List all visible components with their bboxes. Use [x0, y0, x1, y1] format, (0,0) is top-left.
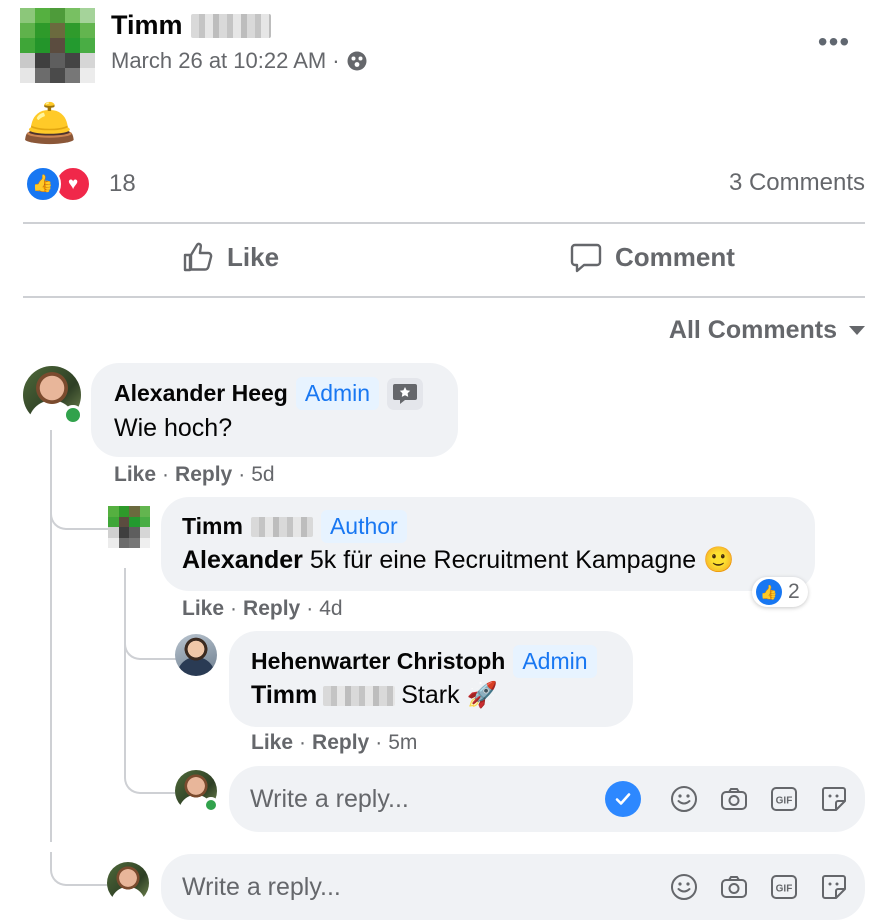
post-author-name[interactable]: Timm [111, 10, 183, 41]
svg-text:GIF: GIF [776, 796, 793, 807]
reply-author-avatar[interactable] [175, 634, 217, 676]
thread-line [124, 568, 126, 768]
sticker-icon[interactable] [819, 784, 849, 814]
reply-input[interactable] [229, 783, 605, 815]
post-timestamp[interactable]: March 26 at 10:22 AM [111, 48, 326, 74]
divider [23, 222, 865, 224]
sort-label: All Comments [668, 316, 837, 344]
comment-reply-link[interactable]: Reply [243, 597, 300, 621]
post-content: 🛎️ [22, 99, 77, 148]
reaction-count[interactable]: 18 [109, 170, 136, 198]
comment-like-link[interactable]: Like [114, 463, 156, 487]
comment-actions: Like · Reply · 5m [251, 731, 418, 755]
online-status-dot [63, 405, 83, 425]
like-button-label: Like [227, 241, 280, 272]
mention-tag[interactable]: Alexander [182, 546, 303, 574]
grammar-check-icon[interactable] [605, 781, 641, 817]
thread-connector [124, 628, 176, 660]
camera-icon[interactable] [719, 784, 749, 814]
comment-text: Wie hoch? [114, 414, 233, 442]
reply-author-avatar[interactable] [108, 506, 150, 548]
reply-bubble: Timm Author Alexander 5k für eine Recrui… [161, 497, 815, 591]
reply-composer: GIF [229, 766, 865, 832]
reply-author-name[interactable]: Timm [182, 513, 243, 540]
comment-icon [570, 243, 602, 273]
more-options-button[interactable]: ••• [812, 24, 856, 60]
post-author[interactable]: Timm [111, 10, 271, 41]
redacted-surname [190, 13, 271, 38]
comment-like-link[interactable]: Like [251, 731, 293, 755]
reply-text: Timm Stark 🚀 [251, 681, 498, 710]
comment-time[interactable]: 5m [388, 731, 417, 755]
more-icon: ••• [817, 26, 851, 57]
author-badge: Author [320, 510, 407, 543]
svg-text:GIF: GIF [776, 884, 793, 895]
like-button[interactable]: Like [181, 240, 279, 274]
comment-time[interactable]: 5d [251, 463, 274, 487]
admin-badge: Admin [513, 645, 597, 678]
thread-connector [124, 758, 176, 794]
comment-bubble: Alexander Heeg Admin Wie hoch? [91, 363, 458, 457]
reply-body: Stark 🚀 [401, 681, 498, 709]
reply-reaction-count[interactable]: 👍 2 [752, 577, 808, 607]
thread-connector [50, 500, 108, 530]
admin-badge: Admin [295, 377, 380, 410]
reply-author-name[interactable]: Hehenwarter Christoph [251, 648, 505, 675]
comment-reply-link[interactable]: Reply [312, 731, 369, 755]
thread-line [50, 430, 52, 842]
redacted-surname [250, 516, 313, 537]
thumbs-up-icon [183, 242, 213, 272]
gif-icon[interactable]: GIF [769, 784, 799, 814]
reactions-summary[interactable]: 👍 ♥ 18 [25, 166, 136, 202]
comment-sort-dropdown[interactable]: All Comments [669, 316, 865, 345]
online-status-dot [203, 797, 219, 813]
composer-tools: GIF [669, 784, 865, 814]
like-reaction-icon: 👍 [25, 166, 61, 202]
comment-button-label: Comment [615, 241, 735, 272]
comment-like-link[interactable]: Like [182, 597, 224, 621]
reaction-count-label: 2 [788, 580, 800, 603]
reply-bubble: Hehenwarter Christoph Admin Timm Stark 🚀 [229, 631, 633, 727]
comment-composer: GIF [161, 854, 865, 920]
reply-text: Alexander 5k für eine Recruitment Kampag… [182, 546, 734, 575]
redacted-surname [323, 685, 396, 706]
like-reaction-icon: 👍 [756, 579, 782, 605]
emoji-icon[interactable] [669, 784, 699, 814]
comment-reply-link[interactable]: Reply [175, 463, 232, 487]
comment-actions: Like · Reply · 5d [114, 463, 275, 487]
commenter-name[interactable]: Alexander Heeg [114, 380, 288, 407]
reply-body: 5k für eine Recruitment Kampagne 🙂 [309, 546, 735, 574]
author-avatar[interactable] [20, 8, 95, 83]
mention-tag[interactable]: Timm [251, 681, 317, 710]
thread-connector [50, 852, 108, 886]
caret-down-icon [849, 326, 865, 335]
divider [23, 296, 865, 298]
comment-time[interactable]: 4d [319, 597, 342, 621]
comment-actions: Like · Reply · 4d [182, 597, 343, 621]
globe-icon[interactable] [346, 50, 368, 72]
post-meta: March 26 at 10:22 AM · [111, 48, 368, 74]
comment-count[interactable]: 3 Comments [729, 169, 865, 197]
comment-button[interactable]: Comment [569, 240, 735, 274]
meta-separator: · [332, 48, 340, 73]
star-badge-icon [387, 377, 424, 410]
